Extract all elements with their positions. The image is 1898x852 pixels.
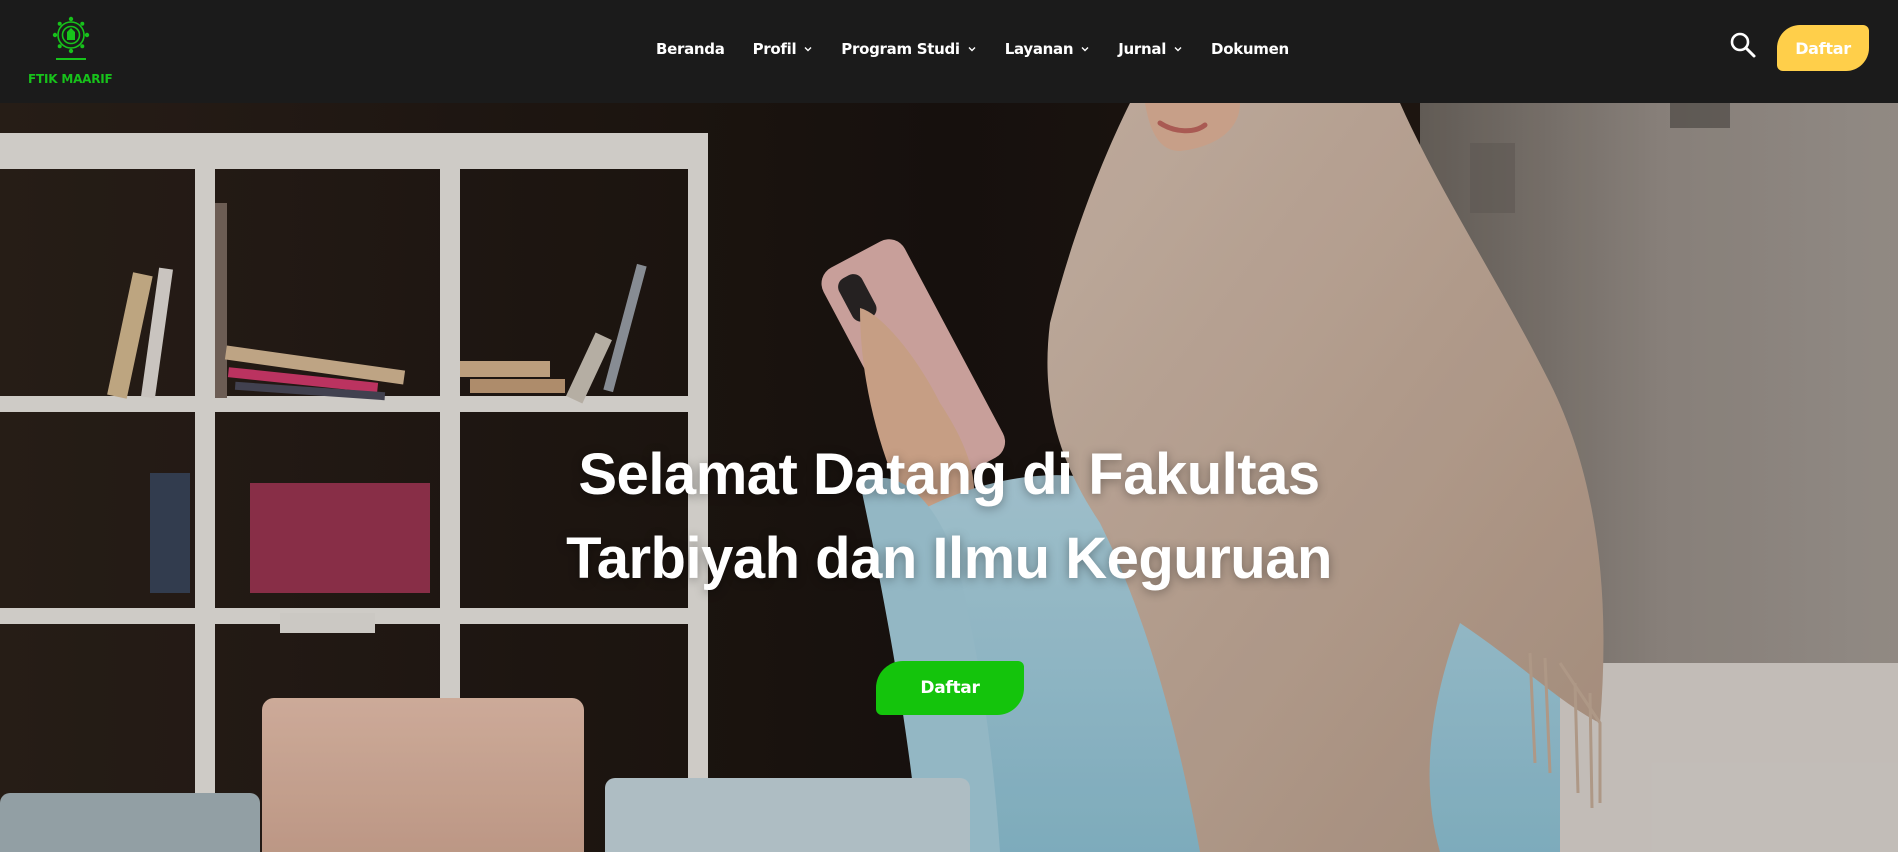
hero-title-line-2: Tarbiyah dan Ilmu Keguruan xyxy=(566,526,1332,591)
nav-item-label: Jurnal xyxy=(1118,40,1167,58)
search-button[interactable] xyxy=(1728,30,1758,60)
nav-item-layanan[interactable]: Layanan xyxy=(1005,40,1091,58)
nav-item-profil[interactable]: Profil xyxy=(753,40,814,58)
nav-item-jurnal[interactable]: Jurnal xyxy=(1118,40,1183,58)
nav-item-label: Profil xyxy=(752,40,797,58)
register-button[interactable]: Daftar xyxy=(1777,25,1869,71)
nav-item-label: Program Studi xyxy=(841,40,960,58)
nav-item-label: Beranda xyxy=(656,40,725,58)
hero-register-button[interactable]: Daftar xyxy=(876,661,1024,715)
nav-item-program-studi[interactable]: Program Studi xyxy=(841,40,976,58)
nav-item-beranda[interactable]: Beranda xyxy=(656,40,725,58)
chevron-down-icon xyxy=(1080,44,1090,54)
hero-title: Selamat Datang di Fakultas Tarbiyah dan … xyxy=(449,433,1449,601)
brand-logo[interactable]: FTIK MAARIF xyxy=(28,12,113,90)
nav-item-label: Layanan xyxy=(1004,40,1074,58)
logo-emblem-icon xyxy=(52,16,90,60)
chevron-down-icon xyxy=(967,44,977,54)
search-icon xyxy=(1730,32,1756,58)
nav-item-dokumen[interactable]: Dokumen xyxy=(1211,40,1289,58)
chevron-down-icon xyxy=(803,44,813,54)
brand-name: FTIK MAARIF xyxy=(28,72,113,86)
main-nav: Beranda Profil Program Studi Layanan Jur… xyxy=(656,38,1289,60)
site-header: FTIK MAARIF Beranda Profil Program Studi… xyxy=(0,0,1898,103)
chevron-down-icon xyxy=(1173,44,1183,54)
hero-title-line-1: Selamat Datang di Fakultas xyxy=(578,442,1320,507)
hero-banner: Selamat Datang di Fakultas Tarbiyah dan … xyxy=(0,103,1898,852)
nav-item-label: Dokumen xyxy=(1211,40,1289,58)
